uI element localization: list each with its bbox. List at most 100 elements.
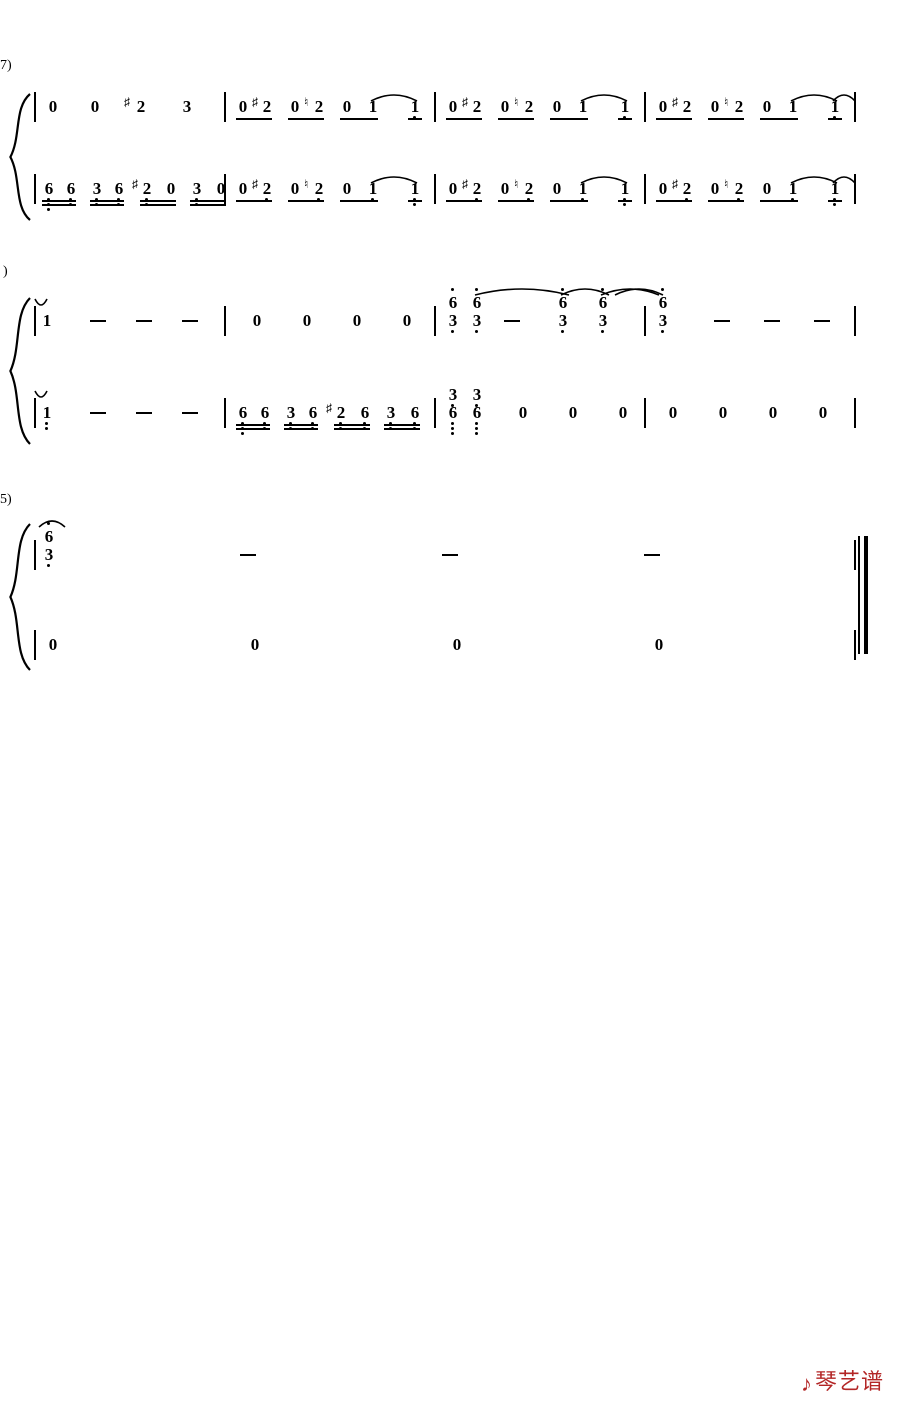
note: 1 — [364, 98, 382, 115]
beam — [446, 118, 482, 120]
accidental: ♮ — [304, 178, 308, 190]
beam — [384, 428, 420, 430]
octave-dot — [413, 203, 416, 206]
note: 0 — [44, 636, 62, 653]
octave-dot — [661, 330, 664, 333]
note: 6 — [40, 180, 58, 197]
sustain-dash — [90, 320, 106, 322]
beam — [284, 424, 318, 426]
octave-dot — [475, 432, 478, 435]
note: 3 — [382, 404, 400, 421]
beam — [550, 118, 588, 120]
note: 1 — [784, 98, 802, 115]
note: 0 — [764, 404, 782, 421]
accidental: ♮ — [304, 96, 308, 108]
note: 0 — [212, 180, 230, 197]
barline — [644, 174, 646, 204]
accidental: ♮ — [514, 96, 518, 108]
beam — [190, 204, 226, 206]
beam — [334, 424, 370, 426]
octave-dot — [623, 203, 626, 206]
note: 0 — [398, 312, 416, 329]
sheet-page: 7) ) 5) 00♯230♯20♮20110♯20♮20110♯20♮2011… — [0, 0, 900, 1406]
beam — [708, 200, 744, 202]
note: 6 — [256, 404, 274, 421]
note: 1 — [616, 98, 634, 115]
note: 3 — [468, 386, 486, 403]
octave-dot — [601, 288, 604, 291]
sustain-dash — [644, 554, 660, 556]
beam — [760, 118, 798, 120]
note: 0 — [650, 636, 668, 653]
beam — [140, 204, 176, 206]
note: 3 — [594, 312, 612, 329]
beam — [340, 200, 378, 202]
beam — [288, 118, 324, 120]
note: 6 — [110, 180, 128, 197]
beam — [288, 200, 324, 202]
barline — [854, 174, 856, 204]
final-barline — [858, 536, 868, 654]
barline — [224, 92, 226, 122]
brace-icon — [8, 92, 32, 222]
barline — [644, 398, 646, 428]
note: 1 — [826, 180, 844, 197]
beam — [828, 118, 842, 120]
note: 3 — [178, 98, 196, 115]
note: 0 — [338, 98, 356, 115]
note: 1 — [574, 98, 592, 115]
barline — [854, 630, 856, 660]
note: 0 — [234, 98, 252, 115]
sustain-dash — [240, 554, 256, 556]
sustain-dash — [90, 412, 106, 414]
note: 6 — [62, 180, 80, 197]
barline — [34, 398, 36, 428]
note: 0 — [814, 404, 832, 421]
beam — [236, 200, 272, 202]
note: 6 — [468, 404, 486, 421]
system-marker-1: 7) — [0, 58, 12, 74]
sustain-dash — [714, 320, 730, 322]
note: 6 — [654, 294, 672, 311]
barline — [224, 306, 226, 336]
note: 6 — [40, 528, 58, 545]
beam — [498, 200, 534, 202]
octave-dot — [561, 330, 564, 333]
note: 0 — [496, 98, 514, 115]
beam — [140, 200, 176, 202]
sustain-dash — [504, 320, 520, 322]
note: 2 — [310, 98, 328, 115]
octave-dot — [451, 330, 454, 333]
note: 3 — [88, 180, 106, 197]
beam — [236, 118, 272, 120]
note: 2 — [730, 98, 748, 115]
beam — [550, 200, 588, 202]
octave-dot — [475, 422, 478, 425]
note: 0 — [714, 404, 732, 421]
octave-dot — [47, 522, 50, 525]
note: 0 — [706, 98, 724, 115]
note: 3 — [654, 312, 672, 329]
note: 3 — [468, 312, 486, 329]
octave-dot — [451, 288, 454, 291]
octave-dot — [561, 288, 564, 291]
note: 0 — [496, 180, 514, 197]
watermark-text: 琴艺谱 — [815, 1369, 884, 1394]
note: 1 — [616, 180, 634, 197]
note: 1 — [784, 180, 802, 197]
note: 2 — [332, 404, 350, 421]
beam — [618, 118, 632, 120]
site-watermark: ♪琴艺谱 — [801, 1364, 884, 1396]
octave-dot — [47, 564, 50, 567]
note: 3 — [444, 386, 462, 403]
sustain-dash — [442, 554, 458, 556]
note: 2 — [678, 98, 696, 115]
note: 0 — [758, 180, 776, 197]
accidental: ♯ — [326, 402, 332, 414]
note: 0 — [348, 312, 366, 329]
brace-icon — [8, 522, 32, 672]
note: 2 — [258, 98, 276, 115]
note: 0 — [514, 404, 532, 421]
note: 3 — [444, 312, 462, 329]
note: 6 — [234, 404, 252, 421]
